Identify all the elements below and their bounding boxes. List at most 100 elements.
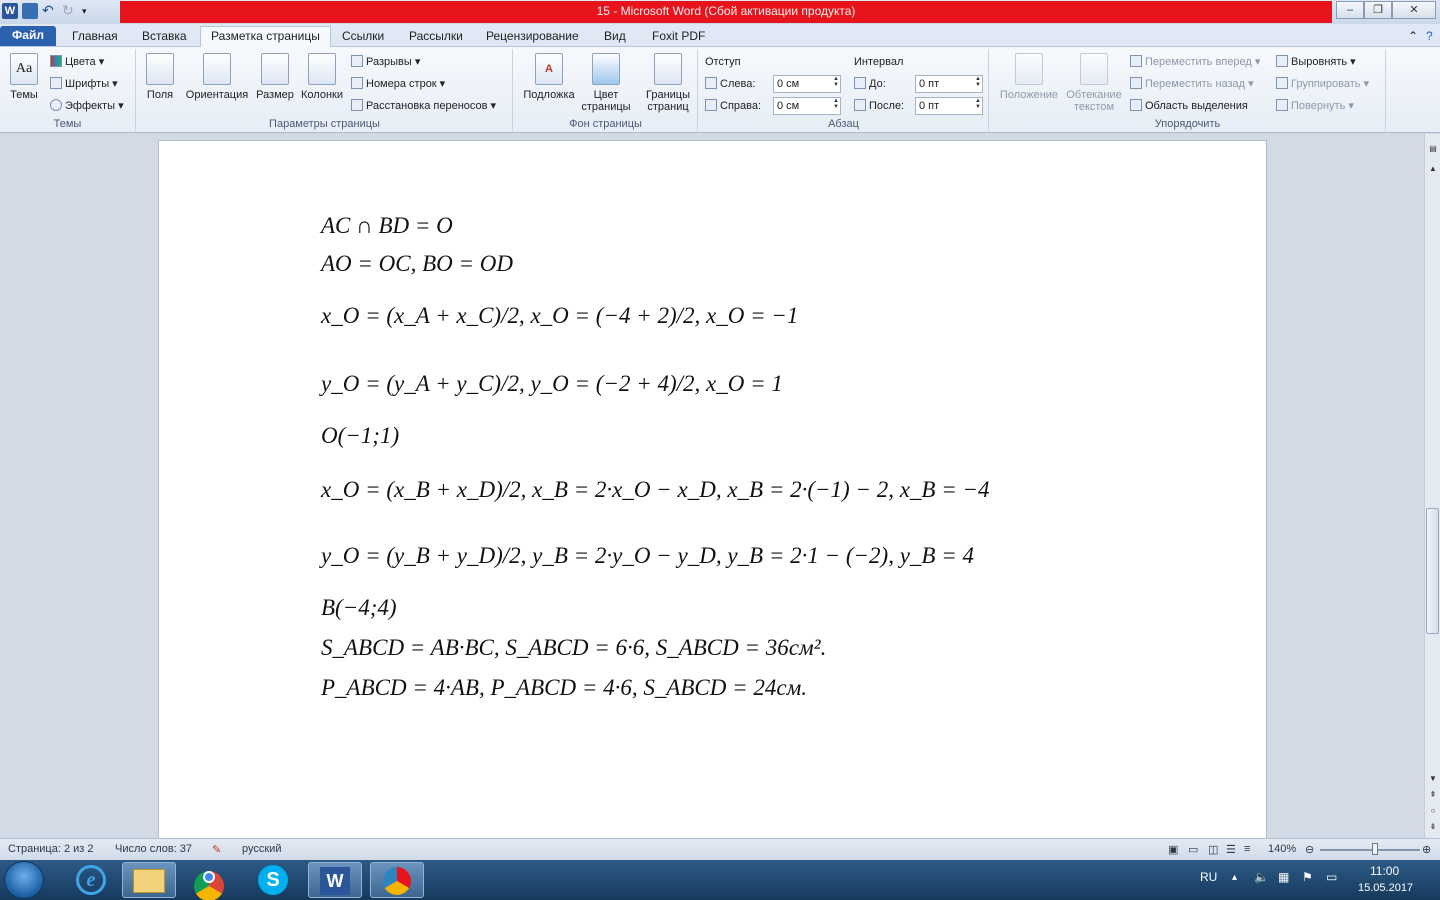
equation-line: S_ABCD = AB·BC, S_ABCD = 6·6, S_ABCD = 3… [321, 635, 827, 660]
next-page-icon[interactable]: ⇟ [1427, 822, 1439, 834]
chrome-icon[interactable] [182, 862, 236, 900]
size-button[interactable]: Размер [255, 53, 295, 101]
web-layout-icon[interactable]: ◫ [1208, 843, 1218, 856]
scroll-up-icon[interactable]: ▲ [1427, 164, 1439, 176]
draft-icon[interactable]: ≡ [1244, 843, 1250, 855]
word-count[interactable]: Число слов: 37 [115, 843, 192, 855]
volume-icon[interactable]: 🔈 [1254, 870, 1269, 884]
page-counter[interactable]: Страница: 2 из 2 [8, 843, 94, 855]
orientation-button[interactable]: Ориентация [183, 53, 251, 101]
undo-icon[interactable]: ↶ [42, 3, 58, 19]
document-area[interactable]: AC ∩ BD = O AO = OC, BO = OD x_O = (x_A … [0, 134, 1424, 838]
page-color-button[interactable]: Цвет страницы [578, 53, 634, 113]
save-icon[interactable] [22, 3, 38, 19]
tab-insert[interactable]: Вставка [132, 27, 197, 47]
app-icon[interactable] [370, 862, 424, 898]
indent-right-input[interactable]: 0 см [773, 97, 841, 115]
wrap-text-icon [1080, 53, 1108, 85]
previous-page-icon[interactable]: ⇞ [1427, 790, 1439, 802]
help-icon[interactable]: ? [1416, 27, 1440, 47]
document-page[interactable]: AC ∩ BD = O AO = OC, BO = OD x_O = (x_A … [158, 140, 1267, 838]
bring-forward-icon [1130, 55, 1142, 67]
wrap-text-button[interactable]: Обтекание текстом [1062, 53, 1126, 113]
bring-forward-label: Переместить вперед [1145, 56, 1252, 68]
customize-qat-icon[interactable]: ▾ [82, 3, 98, 19]
start-button-icon[interactable] [4, 861, 44, 899]
bring-forward-button[interactable]: Переместить вперед ▾ [1130, 53, 1260, 71]
clock-date[interactable]: 15.05.2017 [1358, 882, 1413, 894]
tray-expand-icon[interactable]: ▴ [1232, 872, 1237, 883]
skype-icon[interactable]: S [246, 862, 300, 898]
send-backward-button[interactable]: Переместить назад ▾ [1130, 75, 1254, 93]
ribbon: Aa Темы Цвета ▾ Шрифты ▾ Эффекты ▾ Темы … [0, 47, 1440, 133]
scroll-down-icon[interactable]: ▼ [1427, 774, 1439, 786]
ie-icon[interactable]: e [64, 862, 118, 898]
align-button[interactable]: Выровнять ▾ [1276, 53, 1356, 71]
vertical-scrollbar[interactable]: ▤ ▲ ▼ ⇞ ○ ⇟ [1424, 134, 1440, 838]
selection-pane-button[interactable]: Область выделения [1130, 97, 1248, 115]
tab-page-layout[interactable]: Разметка страницы [200, 26, 331, 48]
hyphenation-button[interactable]: Расстановка переносов ▾ [351, 97, 496, 115]
zoom-slider[interactable] [1320, 849, 1420, 851]
themes-label: Темы [10, 89, 38, 101]
hyphenation-icon [351, 99, 363, 111]
margins-button[interactable]: Поля [143, 53, 177, 101]
word-icon[interactable]: W [2, 3, 18, 19]
breaks-button[interactable]: Разрывы ▾ [351, 53, 420, 71]
spacing-after-input[interactable]: 0 пт [915, 97, 983, 115]
network-icon[interactable]: ▦ [1278, 870, 1289, 884]
browse-object-icon[interactable]: ○ [1427, 806, 1439, 818]
ruler-toggle-icon[interactable]: ▤ [1427, 144, 1439, 156]
fonts-button[interactable]: Шрифты ▾ [50, 75, 118, 93]
maximize-button[interactable]: ❐ [1364, 1, 1392, 19]
position-button[interactable]: Положение [994, 53, 1064, 101]
watermark-button[interactable]: A Подложка [518, 53, 580, 101]
columns-button[interactable]: Колонки [297, 53, 347, 101]
group-objects-button[interactable]: Группировать ▾ [1276, 75, 1369, 93]
tab-home[interactable]: Главная [62, 27, 128, 47]
tab-mailings[interactable]: Рассылки [399, 27, 473, 47]
zoom-level[interactable]: 140% [1268, 843, 1296, 855]
spacing-before-input[interactable]: 0 пт [915, 75, 983, 93]
effects-button[interactable]: Эффекты ▾ [50, 97, 124, 115]
ribbon-tabs: Файл Главная Вставка Разметка страницы С… [0, 24, 1440, 48]
tab-file[interactable]: Файл [0, 26, 56, 46]
quick-access-toolbar: W ↶ ↻ ▾ [2, 3, 98, 19]
page-borders-button[interactable]: Границы страниц [640, 53, 696, 113]
print-layout-icon[interactable]: ▣ [1168, 843, 1178, 856]
word-icon[interactable]: W [308, 862, 362, 898]
input-language[interactable]: RU [1200, 870, 1217, 884]
watermark-label: Подложка [523, 89, 575, 101]
rotate-button[interactable]: Повернуть ▾ [1276, 97, 1354, 115]
tab-view[interactable]: Вид [594, 27, 636, 47]
wrap-text-label-2: текстом [1073, 101, 1115, 113]
zoom-slider-thumb[interactable] [1372, 843, 1378, 855]
tab-review[interactable]: Рецензирование [476, 27, 589, 47]
clock-time[interactable]: 11:00 [1370, 864, 1399, 878]
close-button[interactable]: ✕ [1392, 1, 1436, 19]
redo-icon[interactable]: ↻ [62, 3, 78, 19]
action-center-icon[interactable]: ⚑ [1302, 870, 1313, 884]
themes-button[interactable]: Aa Темы [6, 53, 42, 101]
indent-left-label: Слева: [705, 75, 755, 93]
page-borders-label-2: страниц [647, 101, 689, 113]
battery-icon[interactable]: ▭ [1326, 870, 1337, 884]
indent-left-input[interactable]: 0 см [773, 75, 841, 93]
group-objects-icon [1276, 77, 1288, 89]
spellcheck-icon[interactable]: ✎ [212, 843, 221, 856]
zoom-in-icon[interactable]: ⊕ [1422, 843, 1431, 856]
language-indicator[interactable]: русский [242, 843, 281, 855]
folder-icon[interactable] [122, 862, 176, 898]
outline-icon[interactable]: ☰ [1226, 843, 1236, 856]
zoom-out-icon[interactable]: ⊖ [1305, 843, 1314, 856]
tab-foxit-pdf[interactable]: Foxit PDF [642, 27, 715, 47]
scroll-thumb[interactable] [1426, 508, 1439, 634]
line-numbers-label: Номера строк [366, 78, 437, 90]
minimize-button[interactable]: – [1336, 1, 1364, 19]
page-color-label-2: страницы [581, 101, 631, 113]
reading-layout-icon[interactable]: ▭ [1188, 843, 1198, 856]
tab-references[interactable]: Ссылки [332, 27, 394, 47]
taskbar: e S W RU ▴ 🔈 ▦ ⚑ ▭ 11:00 15.05.2017 [0, 860, 1440, 900]
line-numbers-button[interactable]: Номера строк ▾ [351, 75, 445, 93]
colors-button[interactable]: Цвета ▾ [50, 53, 104, 71]
